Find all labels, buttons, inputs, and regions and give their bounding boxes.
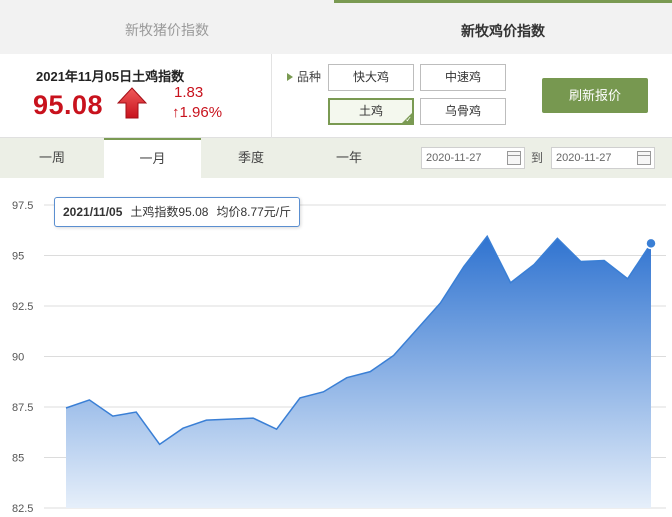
index-title: 2021年11月05日土鸡指数 <box>36 69 185 84</box>
up-arrow-icon <box>117 87 147 119</box>
data-point <box>275 427 279 431</box>
data-point <box>181 426 185 430</box>
index-summary: 2021年11月05日土鸡指数 95.08 1.83 ↑1.96% <box>0 54 272 138</box>
data-point <box>579 260 583 264</box>
data-point <box>111 414 115 418</box>
tab-year[interactable]: 一年 <box>301 138 397 178</box>
y-tick-label: 95 <box>12 251 24 263</box>
data-point <box>158 442 162 446</box>
data-point <box>602 259 606 263</box>
start-date-input[interactable]: 2020-11-27 <box>421 147 525 169</box>
tooltip-date: 2021/11/05 <box>63 205 123 219</box>
index-value: 95.08 <box>33 90 104 120</box>
data-point <box>298 396 302 400</box>
data-point <box>555 236 559 240</box>
y-tick-label: 82.5 <box>12 503 33 515</box>
tab-pig-index[interactable]: 新牧猪价指数 <box>0 0 334 54</box>
index-tabs: 新牧猪价指数 新牧鸡价指数 <box>0 0 672 54</box>
variety-option-medium[interactable]: 中速鸡 <box>420 64 506 91</box>
calendar-icon[interactable] <box>507 151 521 165</box>
tab-month[interactable]: 一月 <box>104 138 201 178</box>
data-point <box>392 353 396 357</box>
tab-week[interactable]: 一周 <box>0 138 104 178</box>
chart-tooltip: 2021/11/05 土鸡指数95.08 均价8.77元/斤 <box>54 197 301 227</box>
variety-label-text: 品种 <box>297 70 322 84</box>
check-icon: ✓ <box>401 112 413 124</box>
end-date-value: 2020-11-27 <box>556 152 612 164</box>
index-change-percent: ↑1.96% <box>172 104 223 121</box>
refresh-button[interactable]: 刷新报价 <box>542 78 648 113</box>
data-point <box>532 263 536 267</box>
data-point <box>368 370 372 374</box>
data-point <box>415 327 419 331</box>
tooltip-average: 均价8.77元/斤 <box>216 205 292 219</box>
y-tick-label: 97.5 <box>12 200 33 212</box>
variety-label: 品种 <box>287 68 321 85</box>
data-point <box>462 265 466 269</box>
data-point <box>321 390 325 394</box>
triangle-right-icon <box>287 73 293 81</box>
period-bar: 一周 一月 季度 一年 2020-11-27 到 2020-11-27 <box>0 138 672 178</box>
series-area <box>66 236 651 508</box>
tooltip-index: 土鸡指数95.08 <box>130 205 209 219</box>
tab-chicken-index[interactable]: 新牧鸡价指数 <box>334 0 672 54</box>
data-point <box>345 376 349 380</box>
y-tick-label: 85 <box>12 453 24 465</box>
start-date-value: 2020-11-27 <box>426 152 482 164</box>
variety-option-native[interactable]: 土鸡 ✓ <box>328 98 414 125</box>
data-point <box>87 398 91 402</box>
data-point <box>204 418 208 422</box>
data-point <box>251 416 255 420</box>
info-panel: 2021年11月05日土鸡指数 95.08 1.83 ↑1.96% 品种 快大鸡… <box>0 54 672 138</box>
y-tick-label: 92.5 <box>12 301 33 313</box>
data-point <box>509 281 513 285</box>
data-point <box>485 234 489 238</box>
data-point <box>64 406 68 410</box>
tab-quarter[interactable]: 季度 <box>201 138 301 178</box>
calendar-icon[interactable] <box>637 151 651 165</box>
index-change: 1.83 <box>174 84 204 101</box>
y-tick-label: 90 <box>12 352 24 364</box>
chart-svg: 97.5 95 92.5 90 87.5 85 82.5 <box>12 200 666 515</box>
end-date-input[interactable]: 2020-11-27 <box>551 147 655 169</box>
variety-option-silkie[interactable]: 乌骨鸡 <box>420 98 506 125</box>
variety-option-fast[interactable]: 快大鸡 <box>328 64 414 91</box>
variety-option-native-label: 土鸡 <box>358 104 383 118</box>
data-point <box>228 417 232 421</box>
data-point <box>626 277 630 281</box>
date-separator: 到 <box>531 151 544 165</box>
data-point <box>134 410 138 414</box>
y-tick-label: 87.5 <box>12 402 33 414</box>
price-chart: 97.5 95 92.5 90 87.5 85 82.5 <box>0 180 672 517</box>
highlighted-point <box>645 237 657 250</box>
data-point <box>438 301 442 305</box>
